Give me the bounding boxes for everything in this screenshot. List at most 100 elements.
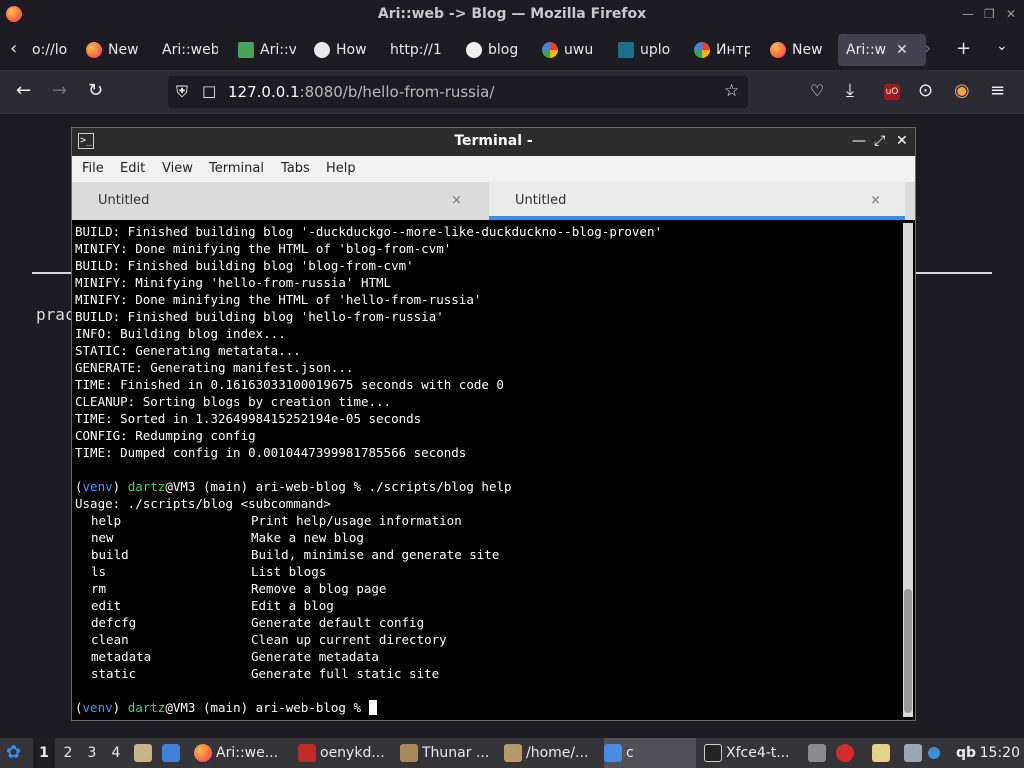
tray-qbittorrent[interactable]: qb [956, 738, 976, 768]
back-icon[interactable]: ← [16, 82, 31, 100]
browser-tab-active[interactable]: Ari::w ✕ [838, 34, 926, 66]
minimize-icon[interactable]: — [852, 133, 866, 149]
reload-icon[interactable]: ↻ [88, 82, 103, 100]
subcommand-name: build [91, 547, 129, 562]
subcommand-desc: Generate metadata [251, 649, 379, 664]
files-launcher-icon[interactable] [134, 738, 156, 768]
downloads-icon[interactable]: ⤓ [846, 82, 854, 100]
tab-scroll-left-icon[interactable]: ‹ [10, 38, 17, 59]
output-line: CONFIG: Redumping config [75, 428, 256, 443]
usage-line: Usage: ./scripts/blog <subcommand> [75, 496, 331, 511]
pocket-icon[interactable]: ♡ [810, 82, 824, 100]
menu-terminal[interactable]: Terminal [209, 161, 264, 176]
subcommand-desc: Edit a blog [251, 598, 334, 613]
archive-icon [504, 744, 522, 762]
subcommand-name: ls [91, 564, 107, 579]
extension-icon[interactable]: ⊙ [918, 82, 933, 100]
workspace-2[interactable]: 2 [57, 738, 79, 768]
terminal-menubar: File Edit View Terminal Tabs Help [72, 156, 915, 182]
terminal-title: Terminal - [454, 133, 533, 149]
close-icon[interactable]: ✕ [896, 133, 908, 149]
subcommand-name: clean [91, 632, 129, 647]
tab-close-icon[interactable]: × [451, 193, 462, 208]
browser-tab[interactable]: Интр [694, 34, 750, 66]
maximize-icon[interactable]: ⤢ [874, 133, 885, 149]
tray-notes-icon[interactable] [872, 738, 892, 768]
task-terminal[interactable]: Xfce4-t... [704, 738, 800, 768]
minimize-icon[interactable]: — [962, 7, 974, 21]
tray-network-icon[interactable] [904, 738, 924, 768]
workspace-1[interactable]: 1 [33, 738, 55, 768]
taskbar-panel: ✿ 1 2 3 4 Ari::we... oenykd... Thunar ..… [0, 738, 1024, 768]
desktop-icon[interactable] [162, 738, 184, 768]
terminal-window[interactable]: >_ Terminal - — ⤢ ✕ File Edit View Termi… [71, 127, 916, 721]
bookmark-star-icon[interactable]: ☆ [724, 81, 739, 101]
subcommand-name: new [91, 530, 114, 545]
tab-close-icon[interactable]: × [870, 193, 881, 208]
menu-help[interactable]: Help [326, 161, 356, 176]
task-filezilla[interactable]: oenykd... [298, 738, 394, 768]
browser-tab[interactable]: blog [466, 34, 522, 66]
menu-file[interactable]: File [82, 161, 104, 176]
menu-view[interactable]: View [162, 161, 193, 176]
browser-tab[interactable]: Ari::v [238, 34, 296, 66]
browser-tab[interactable]: uplo [618, 34, 674, 66]
subcommand-desc: Generate full static site [251, 666, 440, 681]
tracking-shield-icon[interactable]: ⛨ [176, 82, 188, 102]
workspace-4[interactable]: 4 [105, 738, 127, 768]
close-icon[interactable]: ✕ [1006, 7, 1016, 21]
task-firefox[interactable]: Ari::we... [194, 738, 290, 768]
whisker-menu-icon[interactable]: ✿ [6, 738, 28, 768]
google-icon [694, 42, 710, 58]
maximize-icon[interactable]: ❒ [984, 7, 995, 21]
url-bar[interactable]: ⛨ □ 127.0.0.1:8080/b/hello-from-russia/ … [168, 76, 748, 108]
terminal-scrollbar[interactable] [903, 223, 913, 717]
tray-clipboard-icon[interactable] [808, 738, 826, 768]
url-text[interactable]: 127.0.0.1:8080/b/hello-from-russia/ [228, 83, 494, 101]
forward-icon[interactable]: → [52, 82, 67, 100]
browser-tab[interactable]: Ari::web [162, 34, 218, 66]
menu-tabs[interactable]: Tabs [281, 161, 310, 176]
subcommand-desc: Print help/usage information [251, 513, 462, 528]
subcommand-desc: Generate default config [251, 615, 425, 630]
ublock-icon[interactable]: uO [884, 84, 900, 100]
terminal-output[interactable]: BUILD: Finished building blog '-duckduck… [72, 223, 901, 720]
workspace-3[interactable]: 3 [81, 738, 103, 768]
page-divider [32, 272, 72, 274]
prompt-line[interactable]: (venv) dartz@VM3 (main) ari-web-blog % [75, 699, 377, 716]
shield-icon [618, 42, 634, 58]
window-icon [604, 744, 622, 762]
task-thunar[interactable]: Thunar ... [400, 738, 496, 768]
tab-scroll-right-icon[interactable]: › [924, 38, 931, 59]
menu-edit[interactable]: Edit [120, 161, 145, 176]
subcommand-desc: List blogs [251, 564, 327, 579]
terminal-tab[interactable]: Untitled × [72, 182, 486, 220]
output-line: STATIC: Generating metatata... [75, 343, 301, 358]
browser-tab[interactable]: New [86, 34, 146, 66]
browser-tab[interactable]: http://1 [390, 34, 442, 66]
command-text: ./scripts/blog help [368, 479, 512, 494]
new-tab-icon[interactable]: + [956, 38, 971, 59]
output-line: TIME: Finished in 0.16163033100019675 se… [75, 377, 504, 392]
tab-close-icon[interactable]: ✕ [896, 42, 908, 58]
filezilla-icon [298, 744, 316, 762]
browser-tab[interactable]: How [314, 34, 370, 66]
tray-info-icon[interactable] [928, 738, 946, 768]
subcommand-desc: Make a new blog [251, 530, 364, 545]
task-window[interactable]: c [604, 738, 696, 768]
task-archive[interactable]: /home/... [504, 738, 600, 768]
scrollbar-thumb[interactable] [904, 589, 912, 713]
clock[interactable]: 15:20 [980, 738, 1020, 768]
list-all-tabs-icon[interactable]: ⌄ [996, 38, 1008, 54]
terminal-tab-active[interactable]: Untitled × [489, 182, 905, 220]
page-info-icon[interactable]: □ [202, 82, 216, 100]
menu-icon[interactable]: ≡ [990, 82, 1005, 100]
subcommand-name: edit [91, 598, 122, 613]
browser-tab[interactable]: o://lo [32, 34, 74, 66]
output-line: BUILD: Finished building blog 'blog-from… [75, 258, 414, 273]
tray-alert-icon[interactable] [836, 738, 856, 768]
browser-tab[interactable]: uwu [542, 34, 596, 66]
browser-tab[interactable]: New [770, 34, 826, 66]
terminal-titlebar[interactable]: >_ Terminal - — ⤢ ✕ [72, 128, 915, 156]
extension-fox-icon[interactable]: ◉ [954, 82, 970, 100]
